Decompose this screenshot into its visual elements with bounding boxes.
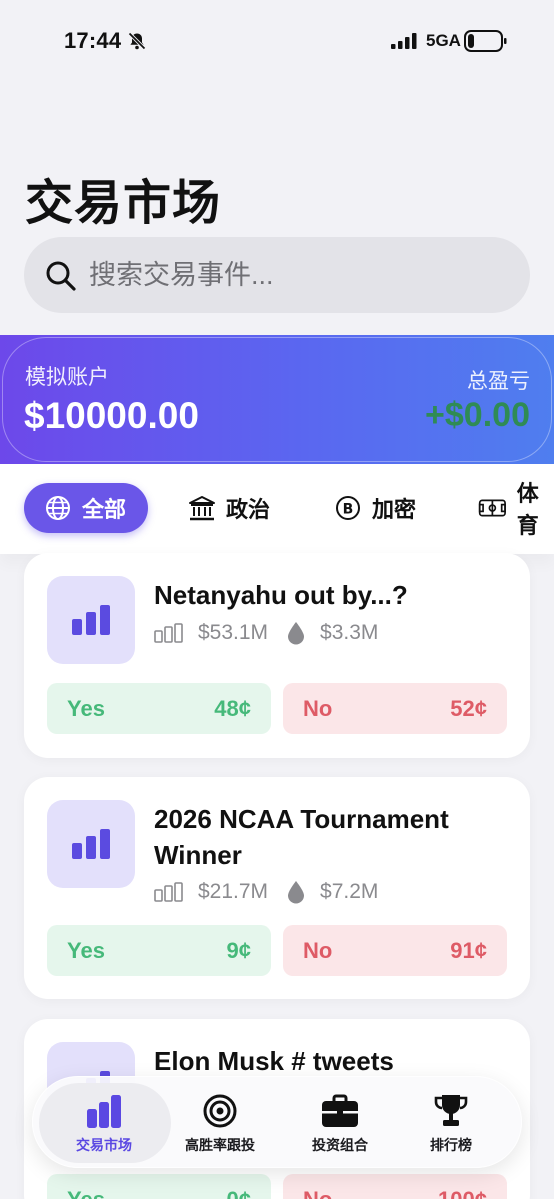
no-button[interactable]: No 100¢ <box>283 1174 507 1199</box>
network-type: 5GA <box>426 31 461 50</box>
signal-icon <box>391 33 417 49</box>
market-liquidity: $7.2M <box>320 880 379 903</box>
no-price: 100¢ <box>438 1186 487 1199</box>
market-card[interactable]: 2026 NCAA Tournament Winner $21.7M $7.2M… <box>24 777 530 999</box>
globe-icon <box>46 496 70 520</box>
no-price: 52¢ <box>450 695 487 721</box>
tab-label: 体育 <box>516 481 539 538</box>
app-screen: 17:44 5GA 交易市场 模拟账户 $ <box>0 0 554 1199</box>
search-icon <box>46 261 76 291</box>
no-button[interactable]: No 52¢ <box>283 683 507 734</box>
yes-price: 48¢ <box>214 695 251 721</box>
nav-portfolio[interactable]: 投资组合 <box>285 1093 395 1155</box>
bar-chart-icon <box>72 605 110 635</box>
tab-label: 政治 <box>226 497 271 522</box>
market-thumbnail <box>47 576 135 664</box>
nav-label: 排行榜 <box>430 1137 472 1153</box>
yes-button[interactable]: Yes 0¢ <box>47 1174 271 1199</box>
nav-copy-trade[interactable]: 高胜率跟投 <box>165 1093 275 1155</box>
nav-market[interactable]: 交易市场 <box>49 1093 159 1155</box>
status-bar: 17:44 5GA <box>0 0 554 80</box>
liquidity-drop-icon <box>288 622 305 645</box>
yes-label: Yes <box>67 695 105 721</box>
tab-label: 加密 <box>372 497 417 522</box>
nav-label: 投资组合 <box>312 1137 368 1153</box>
nav-label: 高胜率跟投 <box>185 1137 255 1153</box>
account-banner: 模拟账户 $10000.00 总盈亏 +$0.00 <box>0 335 554 464</box>
market-title: Elon Musk # tweets <box>154 1046 394 1076</box>
market-stats: $21.7M $7.2M <box>154 880 378 904</box>
svg-text:B: B <box>343 502 354 518</box>
government-icon <box>189 496 215 521</box>
category-tabs: 全部 政治 B 加密 体育 <box>0 464 554 554</box>
pnl-value: +$0.00 <box>425 396 530 434</box>
liquidity-drop-icon <box>288 881 305 904</box>
status-time: 17:44 <box>64 28 122 53</box>
pnl-label: 总盈亏 <box>467 370 530 393</box>
bottom-tab-bar: 交易市场 高胜率跟投 投资组合 排行榜 <box>32 1076 522 1168</box>
briefcase-icon <box>322 1094 358 1127</box>
bar-chart-icon <box>87 1095 121 1128</box>
tab-crypto[interactable]: B 加密 <box>334 483 416 533</box>
battery-icon <box>464 30 507 52</box>
search-input[interactable] <box>89 251 509 299</box>
tab-sports[interactable]: 体育 <box>478 481 554 538</box>
tab-politics[interactable]: 政治 <box>188 483 270 533</box>
page-title: 交易市场 <box>25 177 222 230</box>
soccer-field-icon <box>478 499 506 517</box>
market-liquidity: $3.3M <box>320 621 379 644</box>
no-button[interactable]: No 91¢ <box>283 925 507 976</box>
market-stats: $53.1M $3.3M <box>154 621 378 645</box>
yes-button[interactable]: Yes 48¢ <box>47 683 271 734</box>
account-label: 模拟账户 <box>25 366 109 389</box>
volume-bars-icon <box>154 882 183 902</box>
market-volume: $53.1M <box>198 621 269 644</box>
target-icon <box>203 1094 237 1128</box>
market-title: 2026 NCAA Tournament Winner <box>154 804 449 870</box>
yes-button[interactable]: Yes 9¢ <box>47 925 271 976</box>
search-bar[interactable] <box>24 237 530 313</box>
yes-price: 0¢ <box>226 1186 251 1199</box>
yes-label: Yes <box>67 937 105 963</box>
tab-label: 全部 <box>82 497 127 522</box>
yes-price: 9¢ <box>226 937 251 963</box>
silent-bell-icon <box>128 32 146 50</box>
market-volume: $21.7M <box>198 880 269 903</box>
market-thumbnail <box>47 800 135 888</box>
bar-chart-icon <box>72 829 110 859</box>
no-label: No <box>303 937 333 963</box>
market-title: Netanyahu out by...? <box>154 580 408 610</box>
account-balance: $10000.00 <box>24 395 199 436</box>
no-price: 91¢ <box>450 937 487 963</box>
no-label: No <box>303 695 333 721</box>
bitcoin-icon: B <box>336 496 360 520</box>
market-card[interactable]: Netanyahu out by...? $53.1M $3.3M Yes 48… <box>24 553 530 758</box>
nav-label: 交易市场 <box>76 1137 132 1153</box>
nav-leaderboard[interactable]: 排行榜 <box>396 1093 506 1155</box>
tab-all[interactable]: 全部 <box>24 483 148 533</box>
yes-label: Yes <box>67 1186 105 1199</box>
volume-bars-icon <box>154 623 183 643</box>
no-label: No <box>303 1186 333 1199</box>
trophy-icon <box>434 1095 468 1126</box>
